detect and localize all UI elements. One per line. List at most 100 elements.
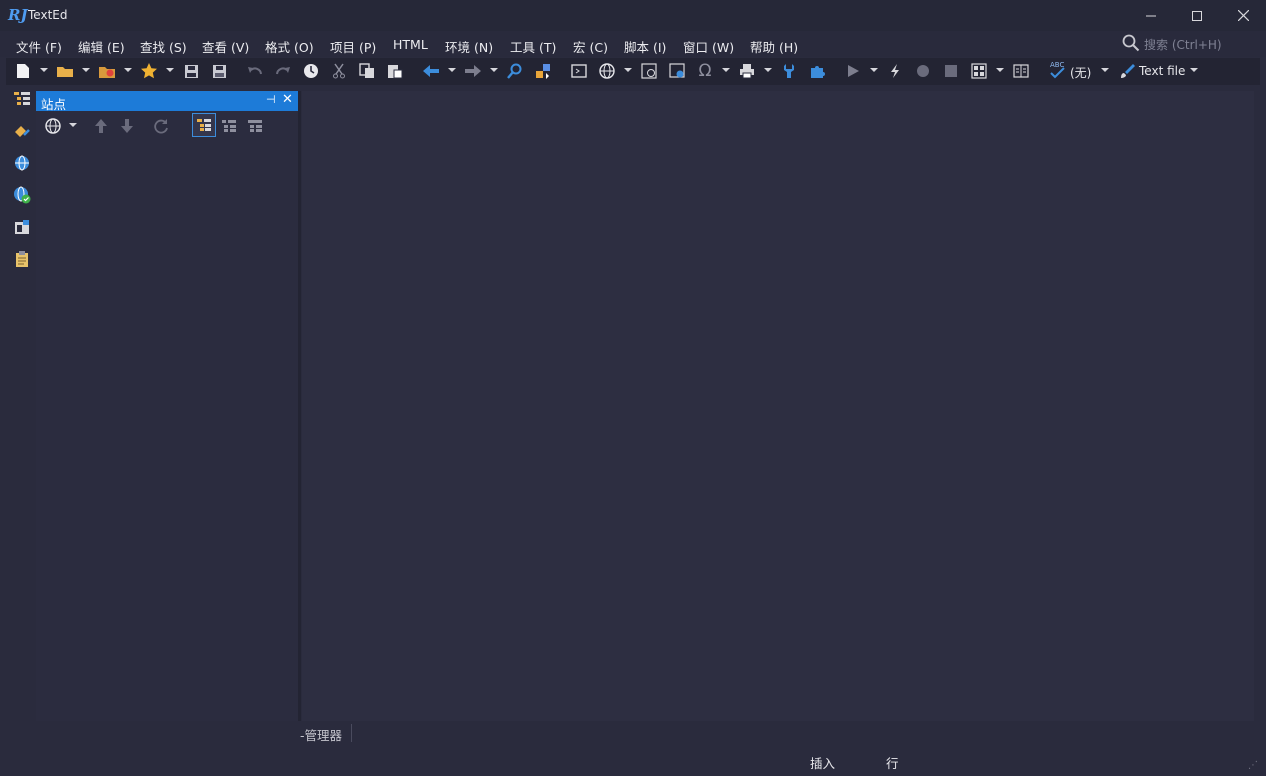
menu-project[interactable]: 项目 (P) [330,37,376,56]
menu-file[interactable]: 文件 (F) [16,37,62,56]
back-arrow-icon[interactable] [422,62,440,80]
star-dropdown[interactable] [166,68,174,72]
open-folder-icon[interactable] [56,62,74,80]
minimize-button[interactable] [1128,0,1174,31]
globe-icon[interactable] [13,154,31,172]
menu-find[interactable]: 查找 (S) [140,37,187,56]
replace-swap-icon[interactable] [534,62,552,80]
file-type-label[interactable]: Text file [1139,64,1185,78]
save-all-icon[interactable] [210,62,228,80]
window-icon[interactable] [13,218,31,236]
site-panel-toolbar [36,113,298,139]
lightning-icon[interactable] [886,62,904,80]
menu-edit[interactable]: 编辑 (E) [78,37,125,56]
close-icon[interactable]: ✕ [282,92,293,107]
layout-dropdown[interactable] [996,68,1004,72]
refresh-icon[interactable] [152,117,170,135]
favorite-folder-icon[interactable] [98,62,116,80]
menu-view[interactable]: 查看 (V) [202,37,249,56]
editor-area[interactable] [302,91,1254,721]
forward-dropdown[interactable] [490,68,498,72]
find-zoom-icon[interactable] [506,62,524,80]
main-toolbar: Ω ABC (无) Text file [6,58,1260,85]
browser-globe-icon[interactable] [598,62,616,80]
save-icon[interactable] [182,62,200,80]
site-globe-icon[interactable] [44,117,62,135]
symbol-dropdown[interactable] [722,68,730,72]
paste-icon[interactable] [386,62,404,80]
maximize-button[interactable] [1174,0,1220,31]
redo-icon[interactable] [274,62,292,80]
preview-window-icon[interactable] [668,62,686,80]
window-title: TextEd [28,8,68,22]
menu-environment[interactable]: 环境 (N) [445,37,493,56]
menu-tools[interactable]: 工具 (T) [510,37,556,56]
print-dropdown[interactable] [764,68,772,72]
back-dropdown[interactable] [448,68,456,72]
site-globe-dropdown[interactable] [69,123,77,127]
menu-bar: 文件 (F) 编辑 (E) 查找 (S) 查看 (V) 格式 (O) 项目 (P… [0,31,1266,57]
favorite-dropdown[interactable] [124,68,132,72]
pin-icon[interactable]: ⊣ [266,93,276,106]
cut-icon[interactable] [330,62,348,80]
history-clock-icon[interactable] [302,62,320,80]
wrench-icon[interactable] [780,62,798,80]
print-icon[interactable] [738,62,756,80]
tree-view-mode-icon[interactable] [192,113,216,137]
tree-view-icon[interactable] [13,90,31,108]
stop-icon[interactable] [942,62,960,80]
close-button[interactable] [1220,0,1266,31]
status-bar [0,748,1266,776]
forward-arrow-icon[interactable] [464,62,482,80]
search-placeholder: 搜索 (Ctrl+H) [1144,38,1222,52]
open-dropdown[interactable] [82,68,90,72]
clip-tool-icon[interactable] [13,122,31,140]
plugin-puzzle-icon[interactable] [808,62,826,80]
web-page-icon[interactable] [640,62,658,80]
menu-format[interactable]: 格式 (O) [265,37,314,56]
record-icon[interactable] [914,62,932,80]
run-dropdown[interactable] [870,68,878,72]
file-type-dropdown[interactable] [1190,68,1198,72]
menu-window[interactable]: 窗口 (W) [683,37,734,56]
spell-dropdown[interactable] [1101,68,1109,72]
star-icon[interactable] [140,62,158,80]
move-down-arrow-icon[interactable] [118,117,136,135]
bottom-tab-strip [0,722,1266,744]
menu-help[interactable]: 帮助 (H) [750,37,798,56]
maximize-icon [1192,10,1202,21]
side-strip [0,86,36,722]
tab-manager[interactable]: -管理器 [300,725,342,744]
panel-splitter[interactable] [298,91,301,721]
copy-icon[interactable] [358,62,376,80]
brush-icon[interactable] [1118,62,1136,80]
tag-window-icon[interactable] [570,62,588,80]
new-file-icon[interactable] [14,62,32,80]
browser-dropdown[interactable] [624,68,632,72]
new-file-dropdown[interactable] [40,68,48,72]
move-up-arrow-icon[interactable] [92,117,110,135]
menu-html[interactable]: HTML [393,37,428,52]
spell-check-icon[interactable]: ABC [1048,61,1070,80]
undo-icon[interactable] [246,62,264,80]
menu-macro[interactable]: 宏 (C) [573,37,608,56]
omega-symbol-icon[interactable]: Ω [696,61,714,81]
spell-language-label[interactable]: (无) [1070,64,1091,81]
columns-icon[interactable] [1012,62,1030,80]
menu-script[interactable]: 脚本 (I) [624,37,666,56]
detail-view-mode-icon[interactable] [246,117,264,135]
list-view-mode-icon[interactable] [220,117,238,135]
close-icon [1237,10,1249,21]
site-panel-header: 站点 ⊣ ✕ [36,91,298,112]
resize-grip-icon[interactable]: ⋰ [1248,760,1258,771]
app-logo: RJ [8,6,28,24]
clipboard-icon[interactable] [13,250,31,268]
search-box[interactable]: 搜索 (Ctrl+H) [1118,31,1260,55]
status-insert-mode: 插入 [810,756,836,771]
run-play-icon[interactable] [844,62,862,80]
site-panel-title: 站点 [41,97,67,112]
title-bar: RJ TextEd [0,0,1266,31]
layout-grid-icon[interactable] [970,62,988,80]
globe-check-icon[interactable] [13,186,31,204]
search-icon [1122,34,1140,52]
